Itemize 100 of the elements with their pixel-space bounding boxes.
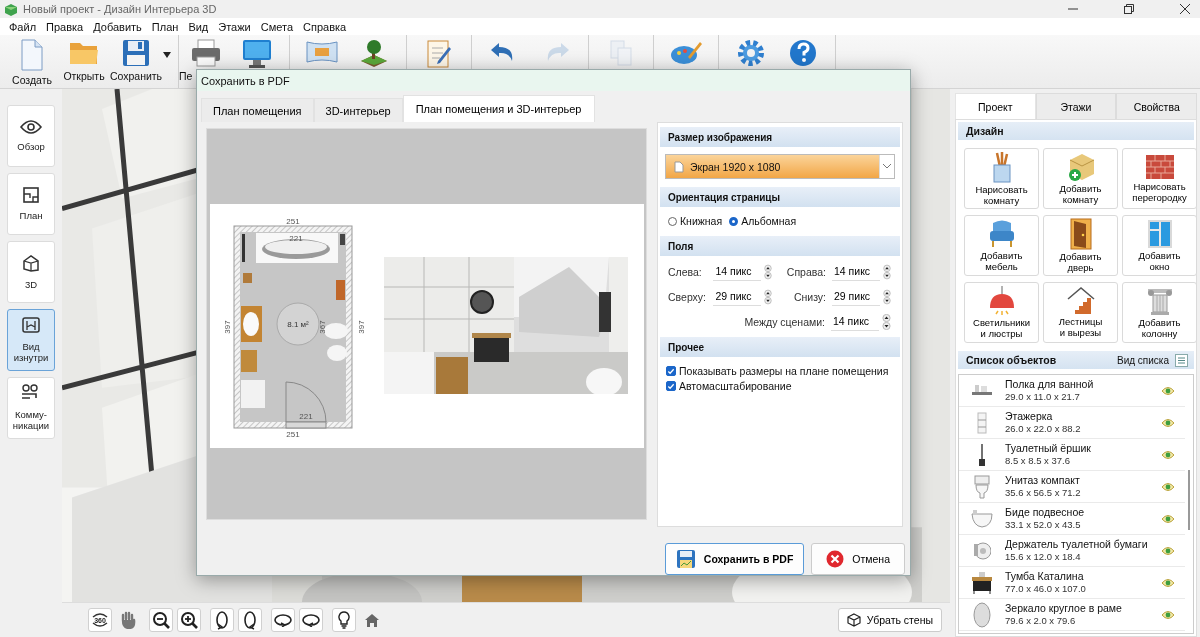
menu-item[interactable]: План [146,20,184,33]
tool-button[interactable]: Лестницы и вырезы [1043,282,1118,343]
view-control-button[interactable] [271,608,295,632]
eye-icon[interactable] [1161,449,1175,460]
pencil-cup-icon [990,150,1013,183]
eye-icon[interactable] [1161,577,1175,588]
tool-button[interactable]: Добавить дверь [1043,215,1118,276]
view-control-button[interactable] [238,608,262,632]
floor-plan-icon [23,186,39,203]
menu-item[interactable]: Справка [298,20,352,33]
menu-item[interactable]: Добавить [88,20,147,33]
printer-icon [191,39,221,67]
object-name: Биде подвесное [1005,506,1086,520]
toolbar-button[interactable]: Открыть [58,35,110,88]
object-row[interactable]: Этажерка 26.0 x 22.0 x 88.2 [959,407,1185,439]
list-view-link[interactable]: Вид списка [1116,354,1169,366]
panel-tab[interactable]: Этажи [1035,93,1117,119]
view-control-button[interactable] [149,608,173,632]
bidet-icon [971,508,993,529]
panorama-icon [306,39,338,65]
object-name: Держатель туалетной бумаги [1005,538,1149,552]
rotate-icon [243,610,257,630]
tool-button[interactable]: Добавить мебель [964,215,1039,276]
view-control-button[interactable] [332,608,356,632]
object-size: 8.5 x 8.5 x 37.6 [1005,455,1071,467]
document-icon [19,39,45,71]
palette-icon [670,39,702,67]
toilet-brush-icon [978,442,986,467]
eye-icon[interactable] [1161,385,1175,396]
menu-item[interactable]: Файл [4,20,42,33]
object-row[interactable]: Держатель туалетной бумаги 15.6 x 12.0 x 18.4 [959,535,1185,567]
shelf-icon [971,383,993,398]
close-icon[interactable] [1180,4,1190,14]
menu-item[interactable]: Вид [183,20,214,33]
view-mode-button[interactable]: 3D [7,241,55,303]
object-size: 15.6 x 12.0 x 18.4 [1005,551,1082,563]
tool-button[interactable]: Нарисовать комнату [964,148,1039,209]
brick-wall-icon [1144,153,1175,180]
list-view-icon[interactable] [1175,353,1188,367]
vanity-cabinet-icon [971,570,993,595]
remove-walls-button[interactable]: Убрать стены [837,608,942,632]
monitor-icon [242,39,272,69]
section-header: Дизайн [958,122,1194,140]
stairs-icon [1066,286,1095,315]
menu-item[interactable]: Правка [41,20,89,33]
eye-icon[interactable] [1161,481,1175,492]
view-control-button[interactable] [299,608,323,632]
object-name: Полка для ванной [1005,378,1095,392]
section-title: Список объектов [966,354,1057,366]
eye-icon[interactable] [1161,513,1175,524]
view-control-button[interactable] [177,608,201,632]
cube-house-icon [22,253,40,272]
object-row[interactable]: Туалетный ёршик 8.5 x 8.5 x 37.6 [959,439,1185,471]
tool-button[interactable]: Добавить комнату [1043,148,1118,209]
dialog-title: Сохранить в PDF [201,74,290,87]
room-interior-icon [22,316,40,335]
tool-button[interactable]: Светильники и люстры [964,282,1039,343]
menu-item[interactable]: Смета [255,20,299,33]
menu-item[interactable]: Этажи [213,20,256,33]
tool-button[interactable]: Нарисовать перегородку [1122,148,1197,209]
object-row[interactable]: Зеркало круглое в раме 79.6 x 2.0 x 79.6 [959,599,1185,631]
window-icon [1146,218,1173,249]
scrollbar-thumb[interactable] [1188,470,1190,530]
notepad-icon [426,39,452,69]
armchair-icon [987,218,1016,249]
object-row[interactable]: Полка для ванной 29.0 x 11.0 x 21.7 [959,375,1185,407]
view-mode-button[interactable]: План [7,173,55,235]
view-mode-button[interactable]: Вид изнутри [7,309,55,371]
door-icon [1067,217,1094,250]
panel-tab[interactable]: Проект [955,93,1036,119]
toolbar-button[interactable]: Создать [6,35,58,88]
object-size: 29.0 x 11.0 x 21.7 [1005,391,1081,403]
panel-tab[interactable]: Свойства [1116,93,1197,119]
tree-icon [359,39,389,69]
eye-icon[interactable] [1161,417,1175,428]
object-row[interactable]: Тумба Каталина 77.0 x 46.0 x 107.0 [959,567,1185,599]
eye-icon[interactable] [1161,609,1175,620]
object-name: Тумба Каталина [1005,570,1085,584]
view-mode-button[interactable]: Обзор [7,105,55,167]
toilet-icon [974,474,990,499]
tool-button[interactable]: Добавить колонну [1122,282,1197,343]
eye-icon[interactable] [1161,545,1175,556]
orbit-icon [273,613,293,627]
object-row[interactable]: Унитаз компакт 35.6 x 56.5 x 71.2 [959,471,1185,503]
restore-icon[interactable] [1124,4,1134,14]
object-name: Туалетный ёршик [1005,442,1092,456]
rotate-icon [215,610,229,630]
toolbar-button[interactable]: Сохранить [110,35,162,88]
zoom-out-icon [152,611,170,629]
caret-icon [163,51,171,58]
view-control-button[interactable] [210,608,234,632]
eye-icon [20,119,42,134]
cube-icon [846,613,861,627]
object-row[interactable]: Биде подвесное 33.1 x 52.0 x 43.5 [959,503,1185,535]
light-bulb-icon [338,611,350,629]
window-title: Новый проект - Дизайн Интерьера 3D [23,3,217,15]
settings-icon [737,39,765,67]
home-icon [365,613,379,627]
view-mode-button[interactable]: Комму- никации [7,377,55,439]
tool-button[interactable]: Добавить окно [1122,215,1197,276]
